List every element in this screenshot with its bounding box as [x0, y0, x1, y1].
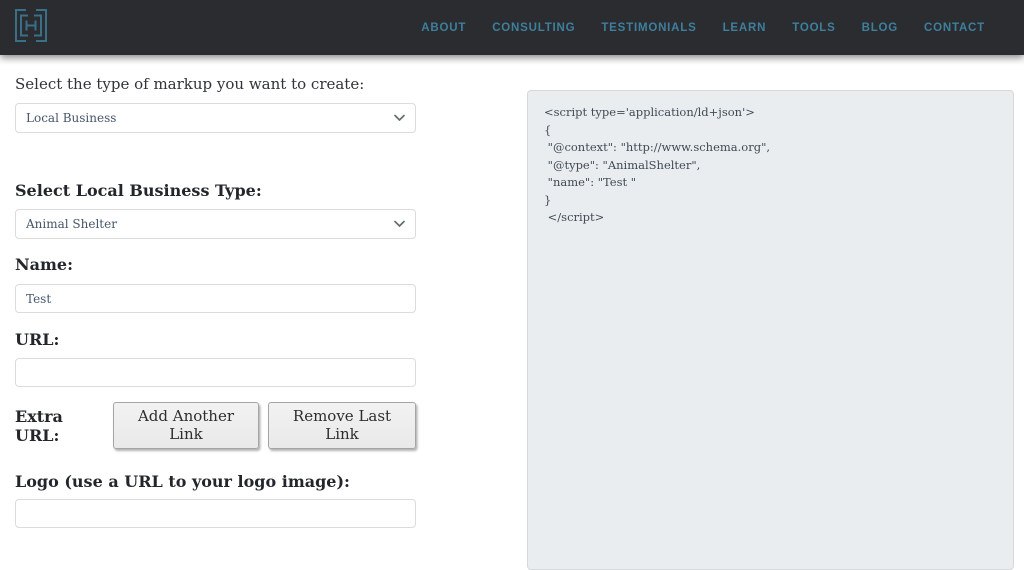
- url-input[interactable]: [15, 358, 416, 387]
- generated-code-panel: <script type='application/ld+json'> { "@…: [527, 90, 1014, 570]
- code-line: "@context": "http://www.schema.org",: [544, 139, 997, 157]
- markup-type-select[interactable]: Local Business: [15, 103, 416, 133]
- nav-link-about[interactable]: ABOUT: [421, 22, 466, 34]
- code-line: }: [544, 192, 997, 210]
- nav-link-blog[interactable]: BLOG: [862, 22, 898, 34]
- logo-url-label: Logo (use a URL to your logo image):: [15, 472, 416, 491]
- maze-h-logo-icon: [14, 7, 48, 48]
- nav-link-contact[interactable]: CONTACT: [924, 22, 985, 34]
- business-type-select[interactable]: Animal Shelter: [15, 209, 416, 239]
- add-another-link-button[interactable]: Add Another Link: [113, 402, 259, 449]
- site-logo[interactable]: [14, 7, 48, 48]
- business-type-label: Select Local Business Type:: [15, 181, 416, 200]
- nav-link-testimonials[interactable]: TESTIMONIALS: [601, 22, 696, 34]
- name-label: Name:: [15, 255, 416, 274]
- code-line: "name": "Test ": [544, 174, 997, 192]
- nav-link-consulting[interactable]: CONSULTING: [492, 22, 575, 34]
- markup-generator-form: Select the type of markup you want to cr…: [15, 75, 416, 528]
- nav-links: ABOUT CONSULTING TESTIMONIALS LEARN TOOL…: [421, 22, 985, 34]
- code-line: </script>: [544, 209, 997, 227]
- logo-url-input[interactable]: [15, 499, 416, 528]
- url-label: URL:: [15, 330, 416, 349]
- code-line: {: [544, 122, 997, 140]
- code-line: "@type": "AnimalShelter",: [544, 157, 997, 175]
- code-line: <script type='application/ld+json'>: [544, 104, 997, 122]
- main-content: Select the type of markup you want to cr…: [0, 55, 1024, 502]
- name-input[interactable]: [15, 284, 416, 313]
- extra-url-row: Extra URL: Add Another Link Remove Last …: [15, 402, 416, 449]
- extra-url-label: Extra URL:: [15, 407, 104, 445]
- nav-link-tools[interactable]: TOOLS: [792, 22, 835, 34]
- markup-type-label: Select the type of markup you want to cr…: [15, 75, 416, 93]
- top-navbar: ABOUT CONSULTING TESTIMONIALS LEARN TOOL…: [0, 0, 1024, 55]
- nav-link-learn[interactable]: LEARN: [723, 22, 767, 34]
- remove-last-link-button[interactable]: Remove Last Link: [268, 402, 416, 449]
